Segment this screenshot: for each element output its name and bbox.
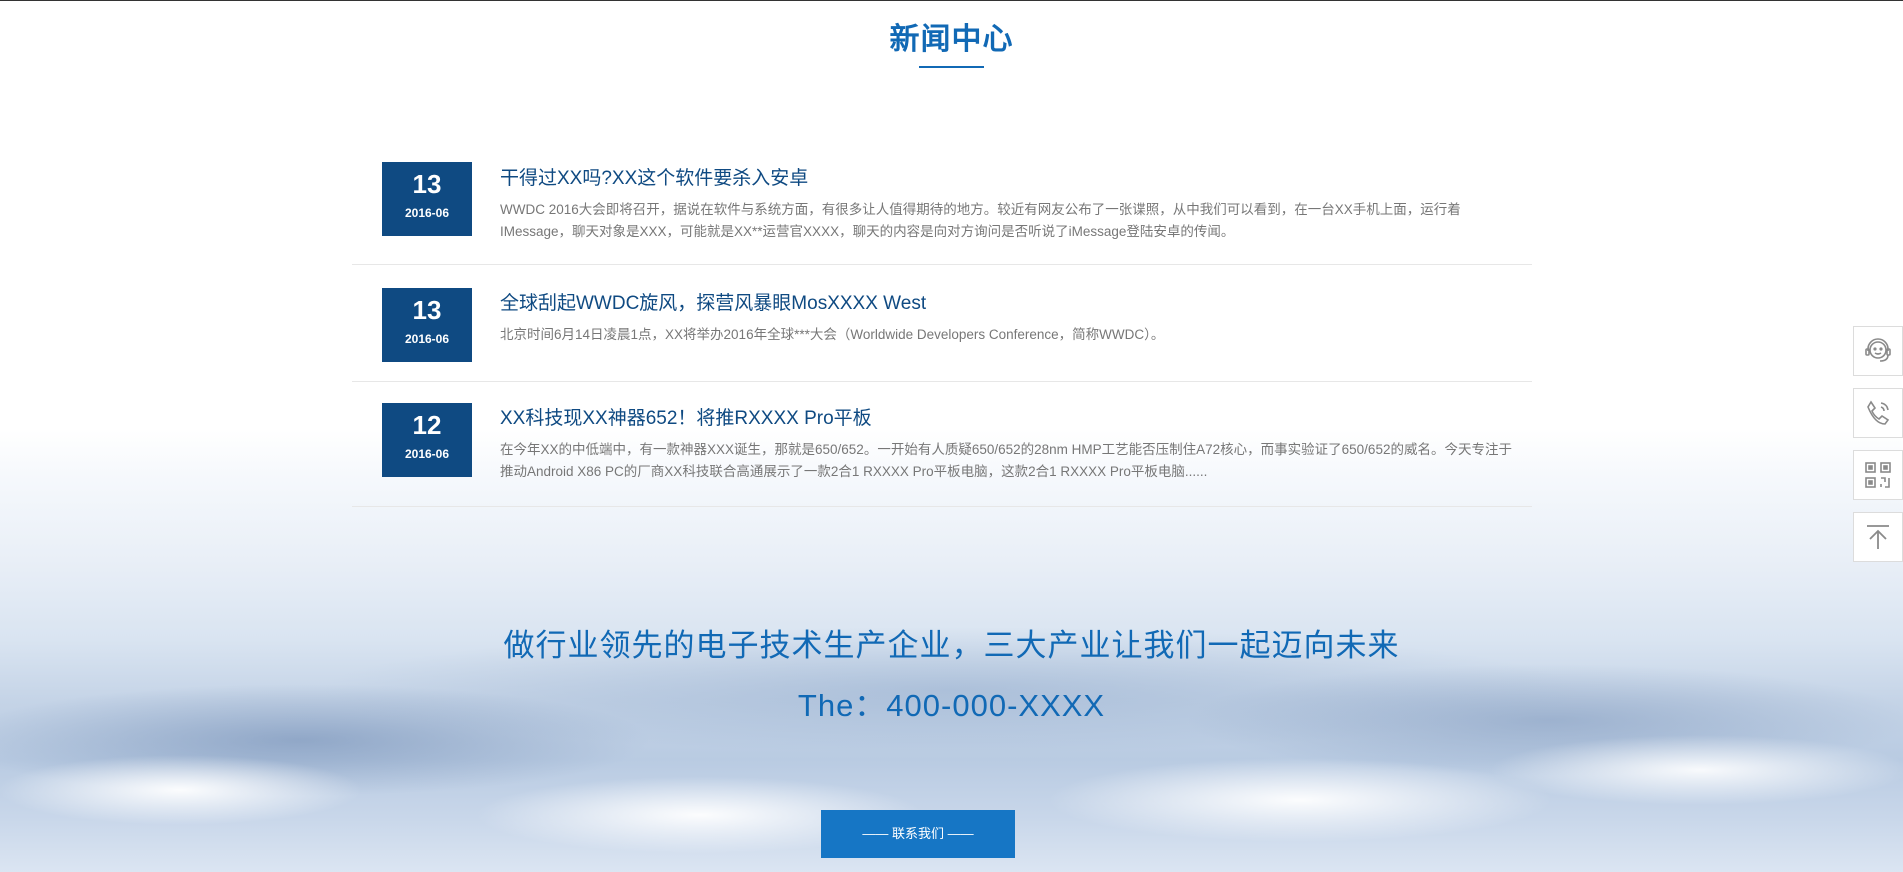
- section-title: 新闻中心: [889, 23, 1014, 56]
- date-day: 13: [412, 169, 442, 199]
- back-to-top-button[interactable]: [1853, 512, 1903, 562]
- phone-button[interactable]: [1853, 388, 1903, 438]
- news-list: 13 2016-06 干得过XX吗?XX这个软件要杀入安卓 WWDC 2016大…: [352, 162, 1532, 507]
- qrcode-icon: [1865, 462, 1891, 488]
- contact-us-button[interactable]: —— 联系我们 ——: [821, 810, 1015, 858]
- top-divider: [0, 0, 1903, 1]
- date-day: 12: [412, 410, 442, 440]
- customer-service-icon: [1865, 338, 1891, 362]
- news-summary: WWDC 2016大会即将召开，据说在软件与系统方面，有很多让人值得期待的地方。…: [500, 202, 1461, 239]
- news-summary: 北京时间6月14日凌晨1点，XX将举办2016年全球***大会（Worldwid…: [500, 327, 1165, 342]
- news-body: 干得过XX吗?XX这个软件要杀入安卓 WWDC 2016大会即将召开，据说在软件…: [500, 166, 1522, 243]
- date-badge: 13 2016-06: [382, 162, 472, 236]
- banner-slogan: 做行业领先的电子技术生产企业，三大产业让我们一起迈向未来: [503, 628, 1400, 663]
- date-year-month: 2016-06: [404, 332, 450, 346]
- phone-icon: [1867, 400, 1890, 425]
- banner-phone: The：400-000-XXXX: [797, 688, 1106, 723]
- date-year-month: 2016-06: [404, 447, 450, 461]
- floating-sidebar: [1853, 326, 1903, 574]
- date-day: 13: [412, 295, 442, 325]
- date-badge: 13 2016-06: [382, 288, 472, 362]
- customer-service-button[interactable]: [1853, 326, 1903, 376]
- title-underline: [919, 66, 984, 68]
- news-body: XX科技现XX神器652！将推RXXXX Pro平板 在今年XX的中低端中，有一…: [500, 406, 1522, 483]
- page: 新闻中心 13 2016-06 干得过XX吗?XX这个软件要杀入安卓 WWDC …: [0, 0, 1903, 872]
- news-summary: 在今年XX的中低端中，有一款神器XXX诞生，那就是650/652。一开始有人质疑…: [500, 442, 1512, 479]
- news-item[interactable]: 13 2016-06 干得过XX吗?XX这个软件要杀入安卓 WWDC 2016大…: [352, 162, 1532, 265]
- news-title-link[interactable]: 全球刮起WWDC旋风，探营风暴眼MosXXXX West: [500, 291, 1522, 317]
- back-to-top-icon: [1867, 525, 1889, 549]
- date-year-month: 2016-06: [404, 206, 450, 220]
- news-title-link[interactable]: XX科技现XX神器652！将推RXXXX Pro平板: [500, 406, 1522, 432]
- news-title-link[interactable]: 干得过XX吗?XX这个软件要杀入安卓: [500, 166, 1522, 192]
- date-badge: 12 2016-06: [382, 403, 472, 477]
- news-body: 全球刮起WWDC旋风，探营风暴眼MosXXXX West 北京时间6月14日凌晨…: [500, 291, 1522, 346]
- news-item[interactable]: 12 2016-06 XX科技现XX神器652！将推RXXXX Pro平板 在今…: [352, 382, 1532, 507]
- qrcode-button[interactable]: [1853, 450, 1903, 500]
- news-item[interactable]: 13 2016-06 全球刮起WWDC旋风，探营风暴眼MosXXXX West …: [352, 265, 1532, 382]
